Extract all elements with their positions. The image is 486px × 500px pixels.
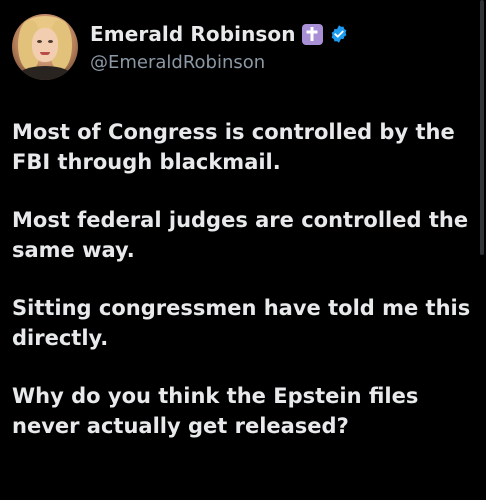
- tweet-text: Most of Congress is controlled by the FB…: [12, 117, 474, 469]
- avatar[interactable]: [12, 14, 78, 80]
- tweet-paragraph: Why do you think the Epstein files never…: [12, 384, 419, 438]
- tweet-header: Emerald Robinson @EmeraldRobinson: [12, 14, 472, 84]
- tweet-paragraph: Most federal judges are controlled the s…: [12, 208, 469, 262]
- scrollbar[interactable]: [480, 0, 484, 255]
- verified-check-icon: [329, 24, 349, 44]
- author-name[interactable]: Emerald Robinson: [90, 22, 296, 46]
- tweet-paragraph: Most of Congress is controlled by the FB…: [12, 120, 455, 174]
- author-name-row: Emerald Robinson: [90, 20, 349, 48]
- tweet: Emerald Robinson @EmeraldRobinson Most o…: [0, 0, 486, 500]
- cross-icon: [301, 23, 323, 45]
- tweet-paragraph: Sitting congressmen have told me this di…: [12, 296, 471, 350]
- author-handle[interactable]: @EmeraldRobinson: [90, 52, 265, 73]
